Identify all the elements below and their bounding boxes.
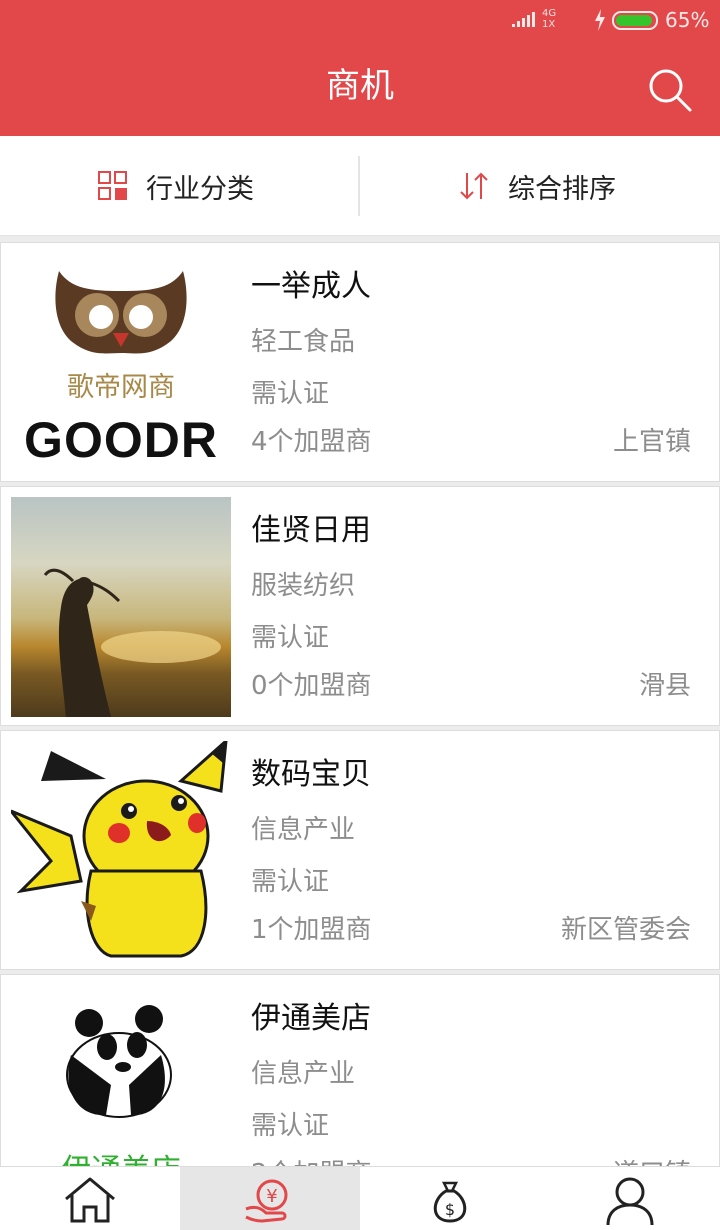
panda-logo: 伊通美店 — [11, 985, 231, 1166]
franchisee-count: 2个加盟商 — [251, 1153, 372, 1166]
pikachu-image — [11, 741, 231, 961]
svg-text:¥: ¥ — [266, 1186, 277, 1207]
tab-home[interactable] — [0, 1167, 180, 1230]
search-icon[interactable] — [646, 66, 694, 114]
business-card[interactable]: 歌帝网商 GOODR 一举成人 轻工食品 需认证 4个加盟商 上官镇 — [0, 242, 720, 482]
franchisee-count: 0个加盟商 — [251, 671, 372, 701]
battery-icon — [612, 11, 658, 30]
tab-opportunities[interactable]: ¥ — [180, 1167, 360, 1230]
business-location: 道口镇 — [613, 1153, 691, 1166]
page-title: 商机 — [326, 66, 394, 106]
business-category: 轻工食品 — [251, 327, 356, 357]
tab-finance[interactable]: $ — [360, 1167, 540, 1230]
business-location: 新区管委会 — [560, 915, 691, 945]
business-card[interactable]: 伊通美店 伊通美店 信息产业 需认证 2个加盟商 道口镇 — [0, 974, 720, 1166]
user-icon — [606, 1177, 654, 1225]
signal-icon — [512, 12, 535, 27]
home-icon — [65, 1177, 115, 1223]
business-card[interactable]: 佳贤日用 服装纺织 需认证 0个加盟商 滑县 — [0, 486, 720, 726]
business-list: 歌帝网商 GOODR 一举成人 轻工食品 需认证 4个加盟商 上官镇 佳贤日用 … — [0, 242, 720, 1166]
certification-status: 需认证 — [251, 379, 330, 409]
sort-label: 综合排序 — [508, 173, 616, 205]
battery-level — [616, 15, 652, 26]
tab-profile[interactable] — [540, 1167, 720, 1230]
business-location: 上官镇 — [612, 427, 691, 457]
business-category: 服装纺织 — [251, 571, 356, 601]
franchisee-count: 1个加盟商 — [251, 915, 372, 945]
business-category: 信息产业 — [251, 815, 356, 845]
certification-status: 需认证 — [251, 867, 330, 897]
sunset-photo — [11, 497, 231, 717]
money-bag-icon: $ — [433, 1181, 467, 1223]
business-location: 滑县 — [638, 671, 691, 701]
business-name: 伊通美店 — [251, 1001, 371, 1036]
sort-filter[interactable]: 综合排序 — [458, 136, 616, 236]
owl-logo: 歌帝网商 GOODR — [11, 253, 231, 473]
battery-percentage: 65% — [665, 8, 710, 32]
franchisee-count: 4个加盟商 — [251, 427, 372, 457]
logo-text: 歌帝网商 — [67, 372, 175, 403]
status-bar: 4G 1X 65% — [0, 0, 720, 42]
certification-status: 需认证 — [251, 623, 330, 653]
charging-icon — [595, 9, 605, 31]
business-name: 一举成人 — [251, 269, 371, 304]
filter-divider — [358, 156, 360, 216]
sort-arrows-icon — [460, 172, 488, 200]
business-category: 信息产业 — [251, 1059, 356, 1089]
logo-wordmark: GOODR — [24, 412, 218, 468]
business-card[interactable]: 数码宝贝 信息产业 需认证 1个加盟商 新区管委会 — [0, 730, 720, 970]
industry-category-filter[interactable]: 行业分类 — [98, 136, 254, 236]
network-indicator: 4G 1X — [542, 8, 557, 30]
svg-text:$: $ — [445, 1200, 455, 1219]
business-name: 佳贤日用 — [251, 513, 371, 548]
filter-bar: 行业分类 综合排序 — [0, 136, 720, 236]
grid-icon — [98, 171, 127, 200]
logo-text: 伊通美店 — [11, 1145, 231, 1166]
bottom-tab-bar: ¥ $ — [0, 1166, 720, 1230]
industry-category-label: 行业分类 — [146, 173, 254, 205]
app-header: 4G 1X 65% 商机 — [0, 0, 720, 136]
business-name: 数码宝贝 — [251, 757, 371, 792]
money-hand-icon: ¥ — [245, 1179, 288, 1223]
certification-status: 需认证 — [251, 1111, 330, 1141]
